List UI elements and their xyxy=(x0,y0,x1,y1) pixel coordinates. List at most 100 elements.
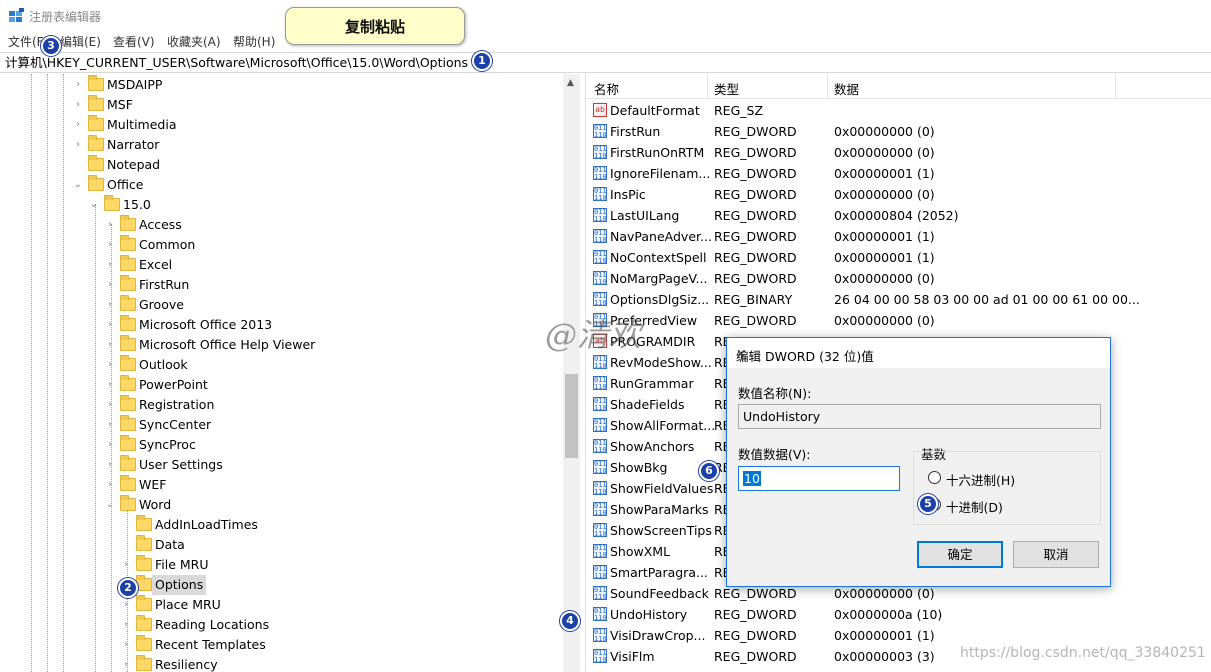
folder-icon xyxy=(120,295,136,311)
binary-value-icon: 011 110 xyxy=(593,250,607,265)
value-data: 0x00000000 (0) xyxy=(834,271,935,286)
expander-icon[interactable]: › xyxy=(104,435,116,455)
tree-item-label: 15.0 xyxy=(123,197,151,212)
expander-icon[interactable]: › xyxy=(120,555,132,575)
value-type: REG_DWORD xyxy=(714,313,797,328)
value-name: VisiFlm xyxy=(610,649,655,664)
watermark-url: https://blog.csdn.net/qq_33840251 xyxy=(960,645,1206,661)
expander-icon[interactable]: › xyxy=(120,635,132,655)
scroll-thumb[interactable] xyxy=(565,374,578,458)
expander-icon[interactable]: › xyxy=(120,615,132,635)
value-type: REG_SZ xyxy=(714,103,764,118)
value-name-label: 数值名称(N): xyxy=(738,386,812,401)
column-type[interactable]: 类型 xyxy=(714,79,739,98)
expander-icon[interactable]: › xyxy=(104,475,116,495)
binary-value-icon: 011 110 xyxy=(593,229,607,244)
expander-icon[interactable]: › xyxy=(104,335,116,355)
folder-icon xyxy=(120,475,136,491)
expander-icon[interactable]: › xyxy=(72,95,84,115)
string-value-icon: ab xyxy=(593,103,607,117)
value-name: ShowAnchors xyxy=(610,439,695,454)
expander-icon[interactable]: › xyxy=(104,235,116,255)
value-row[interactable]: 011 110 VisiDrawCrop... REG_DWORD 0x00000001… xyxy=(587,625,1211,646)
expander-icon[interactable]: › xyxy=(120,655,132,672)
column-data[interactable]: 数据 xyxy=(834,79,859,98)
key-tree: › MSDAIPP › MSF › Multimedia › Narrator Notepad ⌄… xyxy=(0,74,580,672)
value-type: REG_DWORD xyxy=(714,208,797,223)
tree-item-label: PowerPoint xyxy=(139,377,208,392)
expander-icon[interactable]: › xyxy=(72,75,84,95)
binary-value-icon: 011 110 xyxy=(593,544,607,559)
tree-item-label: Word xyxy=(139,497,172,512)
tree-item-label: AddInLoadTimes xyxy=(155,517,258,532)
value-row[interactable]: 011 110 UndoHistory REG_DWORD 0x0000000a (10… xyxy=(587,604,1211,625)
close-icon[interactable]: ✕ xyxy=(736,346,1098,361)
binary-value-icon: 011 110 xyxy=(593,271,607,286)
value-name: ShowFieldValues xyxy=(610,481,714,496)
menu-favorites[interactable]: 收藏夹(A) xyxy=(167,33,221,50)
folder-icon xyxy=(136,515,152,531)
expander-icon[interactable]: ⌄ xyxy=(72,175,84,195)
folder-icon xyxy=(120,355,136,371)
folder-icon xyxy=(136,615,152,631)
value-row[interactable]: ab DefaultFormat REG_SZ xyxy=(587,100,1211,121)
expander-icon[interactable]: › xyxy=(104,355,116,375)
value-row[interactable]: 011 110 FirstRun REG_DWORD 0x00000000 (0) xyxy=(587,121,1211,142)
scroll-up-arrow[interactable]: ▲ xyxy=(567,78,574,88)
value-data: 0x00000001 (1) xyxy=(834,229,935,244)
expander-icon[interactable]: › xyxy=(104,295,116,315)
value-row[interactable]: 011 110 NavPaneAdver... REG_DWORD 0x00000001… xyxy=(587,226,1211,247)
expander-icon[interactable]: › xyxy=(104,375,116,395)
value-name: FirstRun xyxy=(610,124,661,139)
step-badge-3: 3 xyxy=(41,36,61,56)
folder-icon xyxy=(120,435,136,451)
tree-item-label: Place MRU xyxy=(155,597,221,612)
value-data: 0x00000001 (1) xyxy=(834,166,935,181)
expander-icon[interactable]: › xyxy=(104,215,116,235)
tree-scrollbar[interactable]: ▲ xyxy=(563,74,580,672)
value-data-input[interactable]: 10 xyxy=(738,466,900,491)
value-data-text: 10 xyxy=(743,471,761,486)
expander-icon[interactable]: › xyxy=(104,255,116,275)
expander-icon[interactable]: ⌄ xyxy=(88,195,100,215)
value-type: REG_DWORD xyxy=(714,628,797,643)
value-row[interactable]: 011 110 InsPic REG_DWORD 0x00000000 (0) xyxy=(587,184,1211,205)
tree-item-label: Reading Locations xyxy=(155,617,270,632)
expander-icon[interactable]: › xyxy=(72,135,84,155)
value-name: ShowScreenTips xyxy=(610,523,712,538)
radio-decimal-label[interactable]: 十进制(D) xyxy=(946,497,1003,516)
menu-edit[interactable]: 编辑(E) xyxy=(60,33,101,50)
step-badge-2: 2 xyxy=(118,578,138,598)
tree-item-label: Options xyxy=(152,575,207,595)
cancel-button[interactable]: 取消 xyxy=(1013,541,1099,568)
column-name[interactable]: 名称 xyxy=(594,79,619,98)
menu-help[interactable]: 帮助(H) xyxy=(233,33,275,50)
expander-icon[interactable]: › xyxy=(72,115,84,135)
folder-icon xyxy=(104,195,120,211)
value-type: REG_DWORD xyxy=(714,607,797,622)
radio-hex[interactable] xyxy=(928,471,941,484)
binary-value-icon: 011 110 xyxy=(593,439,607,454)
expander-icon[interactable]: ⌄ xyxy=(104,495,116,515)
expander-icon[interactable]: › xyxy=(104,275,116,295)
expander-icon[interactable]: › xyxy=(104,395,116,415)
value-row[interactable]: 011 110 OptionsDlgSiz... REG_BINARY 26 04 00… xyxy=(587,289,1211,310)
binary-value-icon: 011 110 xyxy=(593,523,607,538)
value-row[interactable]: 011 110 FirstRunOnRTM REG_DWORD 0x00000000 (… xyxy=(587,142,1211,163)
menu-view[interactable]: 查看(V) xyxy=(113,33,155,50)
pane-splitter[interactable] xyxy=(580,74,586,672)
value-row[interactable]: 011 110 NoContextSpell REG_DWORD 0x00000001 … xyxy=(587,247,1211,268)
expander-icon[interactable]: › xyxy=(104,415,116,435)
value-row[interactable]: 011 110 LastUILang REG_DWORD 0x00000804 (205… xyxy=(587,205,1211,226)
address-bar[interactable]: 计算机\HKEY_CURRENT_USER\Software\Microsoft… xyxy=(0,52,1211,73)
expander-icon[interactable]: › xyxy=(120,595,132,615)
folder-icon xyxy=(120,215,136,231)
radio-hex-label[interactable]: 十六进制(H) xyxy=(946,470,1015,489)
value-row[interactable]: 011 110 NoMargPageV... REG_DWORD 0x00000000 … xyxy=(587,268,1211,289)
folder-icon xyxy=(120,495,136,511)
expander-icon[interactable]: › xyxy=(104,315,116,335)
value-row[interactable]: 011 110 IgnoreFilenam... REG_DWORD 0x0000000… xyxy=(587,163,1211,184)
value-row[interactable]: 011 110 PreferredView REG_DWORD 0x00000000 (… xyxy=(587,310,1211,331)
ok-button[interactable]: 确定 xyxy=(917,541,1003,568)
expander-icon[interactable]: › xyxy=(104,455,116,475)
